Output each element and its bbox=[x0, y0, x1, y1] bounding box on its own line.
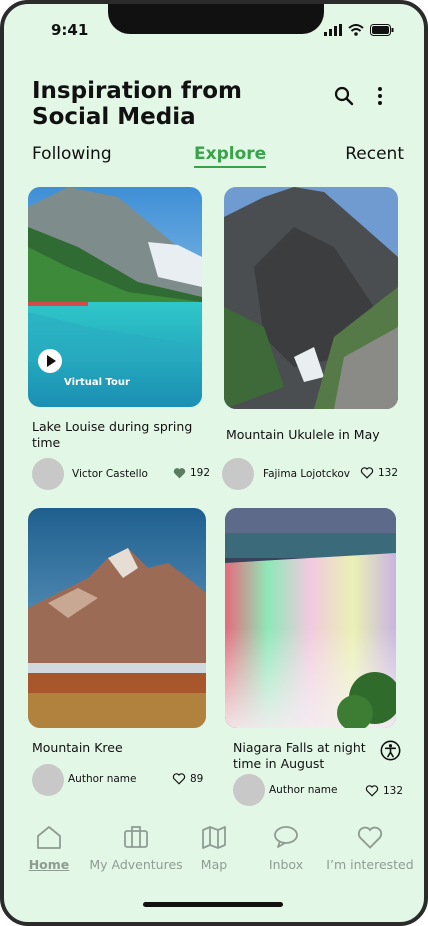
avatar[interactable] bbox=[32, 458, 64, 490]
bottom-nav: Home My Adventures Map Inbox I’m interes… bbox=[4, 824, 424, 894]
falls-image bbox=[225, 508, 396, 728]
home-icon bbox=[37, 826, 61, 849]
avatar[interactable] bbox=[233, 774, 265, 806]
avatar[interactable] bbox=[32, 764, 64, 796]
mountain-image bbox=[224, 187, 398, 409]
wifi-icon bbox=[348, 24, 364, 36]
post-caption: Niagara Falls at night time in August bbox=[233, 740, 366, 771]
post-caption: Lake Louise during spring time bbox=[32, 419, 193, 450]
nav-home[interactable]: Home bbox=[24, 824, 74, 872]
author-name[interactable]: Author name bbox=[269, 784, 337, 796]
tab-explore[interactable]: Explore bbox=[194, 144, 267, 168]
map-icon bbox=[202, 826, 226, 849]
nav-label: Map bbox=[200, 857, 228, 872]
author-name[interactable]: Fajima Lojotckov bbox=[263, 468, 350, 480]
author-name[interactable]: Author name bbox=[68, 773, 136, 785]
battery-icon bbox=[370, 24, 394, 36]
peaks-image bbox=[28, 508, 206, 728]
signal-icon bbox=[324, 24, 342, 36]
heart-icon bbox=[360, 467, 374, 479]
heart-icon bbox=[172, 773, 186, 785]
phone-frame: 9:41 Inspiration from Social Media Follo… bbox=[0, 0, 428, 926]
heart-icon bbox=[365, 785, 379, 797]
nav-label: Home bbox=[28, 857, 70, 872]
like-count: 192 bbox=[190, 467, 211, 479]
post-photo-lake[interactable]: Virtual Tour bbox=[28, 187, 202, 407]
nav-interested[interactable]: I’m interested bbox=[326, 824, 414, 872]
post-card[interactable]: Mountain Kree Author name 89 bbox=[28, 508, 206, 798]
like-count: 132 bbox=[383, 784, 404, 797]
page-title: Inspiration from Social Media bbox=[32, 78, 243, 130]
more-vertical-icon[interactable] bbox=[376, 86, 384, 106]
chat-bubble-icon bbox=[274, 826, 298, 848]
like-button[interactable]: 89 bbox=[172, 772, 203, 785]
post-card[interactable]: Mountain Ukulele in May Fajima Lojotckov… bbox=[222, 187, 398, 490]
like-button[interactable]: 132 bbox=[360, 466, 398, 479]
play-icon bbox=[47, 355, 56, 367]
tab-recent[interactable]: Recent bbox=[345, 144, 404, 164]
search-icon[interactable] bbox=[334, 86, 354, 106]
home-indicator bbox=[143, 902, 283, 907]
post-photo-mountain[interactable] bbox=[224, 187, 398, 409]
like-button[interactable]: 132 bbox=[365, 784, 403, 797]
tab-bar: Following Explore Recent bbox=[32, 144, 408, 174]
nav-label: My Adventures bbox=[89, 857, 183, 872]
like-count: 132 bbox=[378, 466, 399, 479]
nav-label: Inbox bbox=[268, 857, 304, 872]
author-name[interactable]: Victor Castello bbox=[72, 468, 148, 480]
post-photo-peaks[interactable] bbox=[28, 508, 206, 728]
nav-my-adventures[interactable]: My Adventures bbox=[86, 824, 186, 872]
nav-label: I’m interested bbox=[326, 857, 414, 872]
post-card[interactable]: Virtual Tour Lake Louise during spring t… bbox=[28, 187, 210, 490]
accessibility-icon[interactable] bbox=[380, 740, 401, 761]
post-caption: Mountain Kree bbox=[32, 740, 123, 755]
avatar[interactable] bbox=[222, 458, 254, 490]
lake-image bbox=[28, 187, 202, 407]
status-time: 9:41 bbox=[51, 21, 89, 39]
tab-following[interactable]: Following bbox=[32, 144, 112, 164]
heart-icon bbox=[357, 826, 383, 849]
play-button[interactable] bbox=[38, 349, 62, 373]
status-icons bbox=[324, 24, 394, 36]
post-card[interactable]: Niagara Falls at night time in August Au… bbox=[225, 508, 403, 808]
heart-filled-icon bbox=[173, 468, 186, 479]
post-caption: Mountain Ukulele in May bbox=[226, 427, 380, 442]
post-photo-falls[interactable] bbox=[225, 508, 396, 728]
notch bbox=[108, 4, 324, 34]
suitcase-icon bbox=[124, 826, 148, 848]
like-button[interactable]: 192 bbox=[173, 467, 210, 479]
like-count: 89 bbox=[190, 772, 204, 785]
nav-inbox[interactable]: Inbox bbox=[264, 824, 308, 872]
virtual-tour-badge: Virtual Tour bbox=[64, 377, 130, 388]
nav-map[interactable]: Map bbox=[194, 824, 234, 872]
